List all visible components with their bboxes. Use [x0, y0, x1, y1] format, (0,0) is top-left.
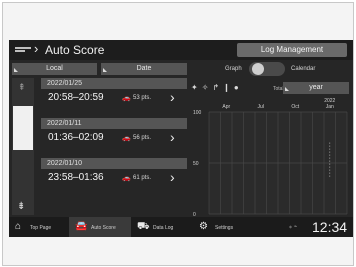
list-item[interactable]: 23:58–01:36 🚗 61 pts. › — [41, 169, 187, 187]
time-range: 01:36–02:09 — [48, 132, 104, 143]
page-title: Auto Score — [45, 43, 105, 57]
home-icon: ⌂ — [15, 221, 22, 232]
chevron-right-icon[interactable]: › — [170, 89, 175, 105]
top-bar: › Auto Score Log Management — [9, 40, 353, 60]
car-icon: 🚗 — [122, 95, 131, 102]
accel-icon[interactable]: ✧ — [202, 83, 209, 92]
total-icon[interactable]: ● — [234, 83, 239, 92]
date-header: 2022/01/10 — [41, 158, 187, 169]
total-label: Total — [273, 86, 284, 92]
y-tick-label: 50 — [193, 161, 199, 167]
points-label: 56 pts. — [133, 135, 152, 141]
local-filter-label: Local — [46, 65, 63, 72]
car-icon: 🚘 — [75, 221, 88, 232]
scroll-up-icon[interactable]: ⇞ — [18, 82, 26, 93]
figure-frame: › Auto Score Log Management Local Date G… — [2, 2, 354, 266]
points-label: 61 pts. — [133, 175, 152, 181]
y-tick-label: 100 — [193, 110, 202, 116]
signal-icon: ⁎ ⌁ — [289, 224, 298, 230]
graph-calendar-toggle[interactable] — [249, 62, 285, 76]
display-screen: › Auto Score Log Management Local Date G… — [9, 40, 353, 237]
car-icon: 🚗 — [122, 175, 131, 182]
nav-data-log[interactable]: ⛟ Data Log — [131, 217, 193, 237]
brake-icon[interactable]: ✦ — [191, 83, 198, 92]
score-category-icons: ✦ ✧ ↱ ❙ ● — [191, 83, 243, 92]
nav-label: Settings — [215, 225, 234, 231]
cornering-icon[interactable]: ❙ — [223, 83, 230, 92]
nav-settings[interactable]: ⚙ Settings — [193, 217, 255, 237]
date-header: 2022/01/25 — [41, 78, 187, 89]
chevron-right-icon: › — [34, 41, 39, 56]
bottom-navigation: ⌂ Top Page 🚘 Auto Score ⛟ Data Log ⚙ Set… — [9, 217, 353, 237]
x-tick-label: Apr — [222, 104, 230, 110]
car-icon: 🚗 — [122, 135, 131, 142]
points-label: 53 pts. — [133, 95, 152, 101]
dropdown-corner-icon — [103, 68, 107, 72]
list-item[interactable]: 20:58–20:59 🚗 53 pts. › — [41, 89, 187, 107]
nav-label: Top Page — [30, 225, 52, 231]
time-range: 23:58–01:36 — [48, 172, 104, 183]
score-chart: 100500Apr Jul Oct2022Jan — [193, 98, 348, 218]
period-selector[interactable]: year — [283, 82, 349, 94]
nav-label: Auto Score — [91, 225, 116, 231]
date-filter-button[interactable]: Date — [101, 63, 187, 75]
filter-bar: Local Date — [9, 63, 189, 75]
scroll-sidebar[interactable]: ⇞ ⇟ — [12, 78, 34, 215]
chevron-right-icon[interactable]: › — [170, 169, 175, 185]
nav-auto-score[interactable]: 🚘 Auto Score — [69, 217, 131, 237]
log-management-button[interactable]: Log Management — [237, 43, 347, 57]
period-label: year — [309, 84, 323, 91]
menu-icon[interactable] — [15, 47, 31, 53]
dropdown-corner-icon — [285, 87, 289, 91]
x-tick-label: Jul — [258, 104, 264, 110]
list-item[interactable]: 01:36–02:09 🚗 56 pts. › — [41, 129, 187, 147]
x-tick-label: Jan — [326, 104, 334, 110]
x-tick-label: Oct — [291, 104, 299, 110]
date-header: 2022/01/11 — [41, 118, 187, 129]
nav-top-page[interactable]: ⌂ Top Page — [9, 217, 69, 237]
clock: 12:34 — [312, 219, 348, 235]
date-filter-label: Date — [136, 65, 152, 72]
local-filter-button[interactable]: Local — [12, 63, 97, 75]
calendar-label: Calendar — [291, 66, 316, 72]
time-range: 20:58–20:59 — [48, 92, 104, 103]
chevron-right-icon[interactable]: › — [170, 129, 175, 145]
dropdown-corner-icon — [14, 68, 18, 72]
data-log-icon: ⛟ — [137, 221, 150, 232]
toggle-knob — [252, 63, 264, 75]
scroll-thumb[interactable] — [13, 106, 33, 150]
scroll-down-icon[interactable]: ⇟ — [17, 201, 25, 212]
graph-label: Graph — [225, 66, 242, 72]
nav-label: Data Log — [153, 225, 174, 231]
gear-icon: ⚙ — [199, 221, 208, 232]
steering-icon[interactable]: ↱ — [212, 83, 219, 92]
